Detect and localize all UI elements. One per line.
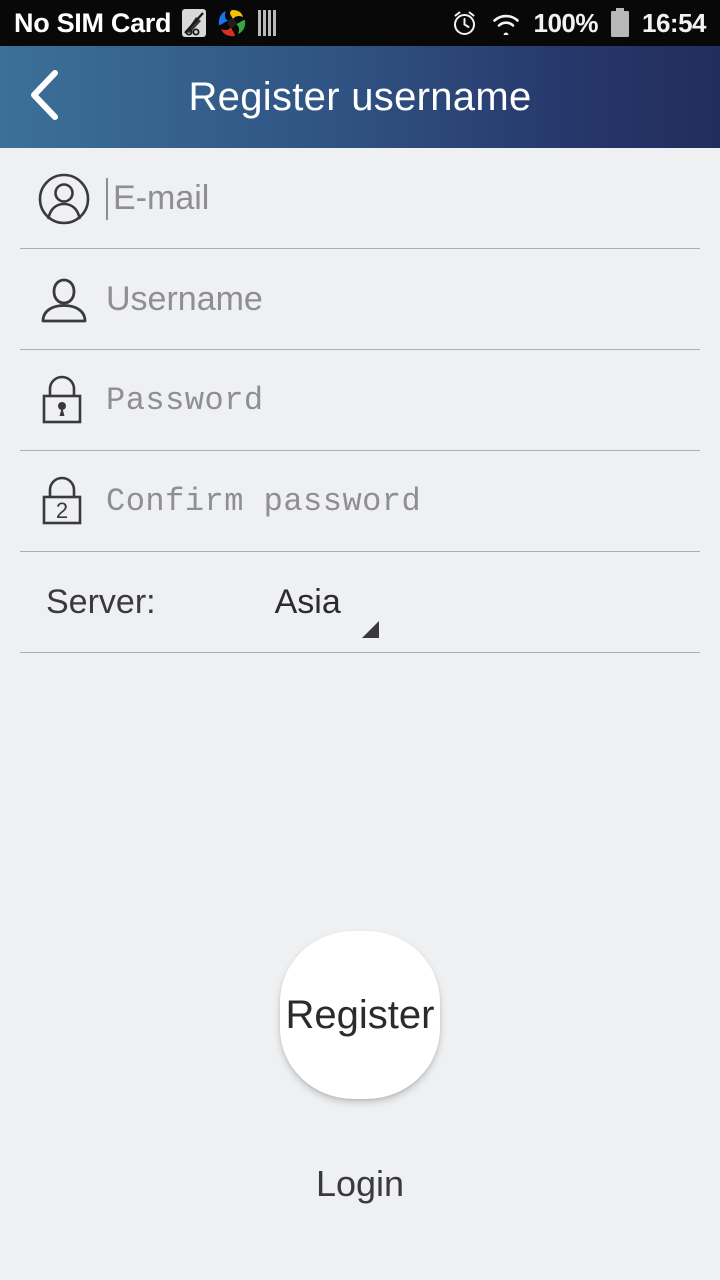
email-input[interactable]: E-mail (106, 177, 720, 220)
field-divider (20, 652, 700, 653)
confirm-password-field-row[interactable]: 2 Confirm password (0, 451, 720, 552)
confirm-password-input[interactable]: Confirm password (106, 483, 720, 520)
clock-label: 16:54 (642, 7, 707, 38)
email-field-row[interactable]: E-mail (0, 148, 720, 249)
username-field-row[interactable]: Username (0, 249, 720, 350)
confirm-password-placeholder: Confirm password (106, 483, 422, 520)
barcode-bars-icon (257, 9, 279, 37)
login-link-container: Login (0, 1163, 720, 1205)
text-caret (106, 177, 108, 220)
password-input[interactable]: Password (106, 382, 720, 419)
login-link[interactable]: Login (316, 1163, 404, 1205)
username-input[interactable]: Username (106, 280, 720, 319)
spinner-triangle-icon (361, 621, 379, 638)
password-placeholder: Password (106, 382, 264, 419)
svg-text:2: 2 (56, 498, 68, 523)
password-field-row[interactable]: Password (0, 350, 720, 451)
username-placeholder: Username (106, 280, 263, 318)
server-label: Server: (46, 583, 156, 621)
no-sim-slashed-icon (181, 8, 207, 38)
register-button-label: Register (285, 992, 435, 1037)
status-bar-left: No SIM Card (14, 8, 279, 38)
person-bust-icon (36, 272, 98, 328)
server-row: Server: Asia (0, 552, 720, 653)
server-spinner[interactable]: Asia (274, 583, 385, 638)
padlock-keyhole-icon (36, 374, 98, 428)
carrier-label: No SIM Card (14, 7, 172, 38)
status-bar: No SIM Card 100% 16:54 (0, 0, 720, 46)
registration-form: E-mail Username Password 2 Confirm passw… (0, 148, 720, 653)
chevron-left-icon (24, 68, 68, 127)
battery-percent-label: 100% (533, 7, 599, 38)
email-placeholder: E-mail (113, 179, 210, 217)
wifi-icon (490, 11, 522, 35)
register-button[interactable]: Register (280, 931, 440, 1099)
colored-swirl-app-icon (217, 8, 247, 38)
status-bar-right: 100% 16:54 (451, 8, 707, 39)
app-header: Register username (0, 46, 720, 148)
padlock-two-icon: 2 (36, 475, 98, 529)
server-selected-value: Asia (274, 583, 341, 621)
back-button[interactable] (0, 46, 92, 148)
alarm-clock-icon (451, 10, 478, 37)
register-button-container: Register (0, 931, 720, 1099)
person-in-circle-icon (36, 171, 98, 227)
page-title: Register username (188, 74, 532, 119)
battery-full-icon (610, 8, 630, 38)
